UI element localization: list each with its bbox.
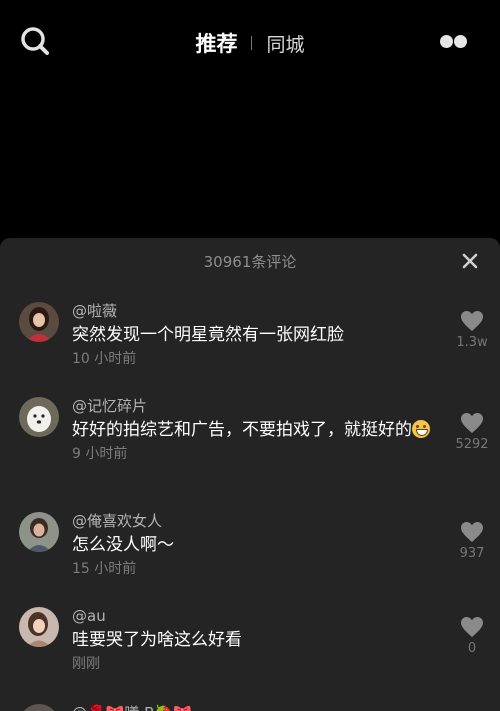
comment-time: 10 小时前 xyxy=(72,351,137,367)
comment-body: @啦薇 突然发现一个明星竟然有一张网红脸 10 小时前 xyxy=(72,301,442,369)
comment-username[interactable]: @俺喜欢女人 xyxy=(72,511,442,531)
like-count: 1.3w xyxy=(456,335,488,350)
comment-username[interactable]: @啦薇 xyxy=(72,301,442,321)
comment-text: 突然发现一个明星竟然有一张网红脸 xyxy=(72,325,344,345)
comment-text-content: 好好的拍综艺和广告，不要拍戏了，就挺好的 xyxy=(72,420,412,440)
more-button[interactable] xyxy=(440,34,468,50)
avatar[interactable] xyxy=(19,512,59,552)
avatar[interactable] xyxy=(19,397,59,437)
comment-body: @俺喜欢女人 怎么没人啊～ 15 小时前 xyxy=(72,511,442,579)
comment-panel: 30961条评论 @啦薇 突然发现一个明星竟然有一张网红脸 10 小时前 1.3… xyxy=(0,238,500,711)
grinning-emoji-icon xyxy=(412,420,430,438)
comment-list[interactable]: @啦薇 突然发现一个明星竟然有一张网红脸 10 小时前 1.3w @记忆碎片 好… xyxy=(0,284,500,711)
heart-icon xyxy=(461,311,483,331)
feed-tabs: 推荐 同城 xyxy=(0,28,500,58)
top-bar: 推荐 同城 xyxy=(0,0,500,84)
like-button[interactable]: 5292 xyxy=(452,412,492,452)
like-count: 5292 xyxy=(455,437,489,452)
avatar[interactable] xyxy=(19,302,59,342)
comment-count: 30961条评论 xyxy=(203,252,297,271)
heart-icon xyxy=(461,522,483,542)
tab-city[interactable]: 同城 xyxy=(266,30,304,57)
comment-item: @啦薇 突然发现一个明星竟然有一张网红脸 10 小时前 1.3w xyxy=(0,284,500,391)
comment-item: @俺喜欢女人 怎么没人啊～ 15 小时前 937 xyxy=(0,506,500,606)
comment-text: 哇要哭了为啥这么好看 xyxy=(72,630,242,650)
comment-item: @🌹🎀曦·B🍓🎀 xyxy=(0,696,500,711)
like-button[interactable]: 0 xyxy=(452,616,492,656)
heart-icon xyxy=(461,413,483,433)
like-count: 0 xyxy=(467,641,477,656)
like-count: 937 xyxy=(459,546,485,561)
close-icon xyxy=(462,253,478,269)
comment-time: 9 小时前 xyxy=(72,446,128,462)
comment-body: @au 哇要哭了为啥这么好看 刚刚 xyxy=(72,606,442,674)
comment-text: 怎么没人啊～ xyxy=(72,535,174,555)
avatar[interactable] xyxy=(19,607,59,647)
tab-recommend[interactable]: 推荐 xyxy=(195,28,237,58)
comment-username[interactable]: @记忆碎片 xyxy=(72,396,442,416)
comment-time: 15 小时前 xyxy=(72,561,137,577)
comment-username[interactable]: @🌹🎀曦·B🍓🎀 xyxy=(72,703,442,711)
comment-panel-header: 30961条评论 xyxy=(0,238,500,284)
comment-body: @记忆碎片 好好的拍综艺和广告，不要拍戏了，就挺好的 9 小时前 xyxy=(72,396,442,464)
comment-time: 刚刚 xyxy=(72,656,100,672)
comment-username[interactable]: @au xyxy=(72,606,442,626)
comment-text: 好好的拍综艺和广告，不要拍戏了，就挺好的 xyxy=(72,419,442,441)
comment-item: @au 哇要哭了为啥这么好看 刚刚 0 xyxy=(0,606,500,696)
tab-divider xyxy=(251,36,253,50)
heart-icon xyxy=(461,617,483,637)
close-button[interactable] xyxy=(460,251,480,271)
comment-item: @记忆碎片 好好的拍综艺和广告，不要拍戏了，就挺好的 9 小时前 5292 xyxy=(0,391,500,506)
like-button[interactable]: 937 xyxy=(452,521,492,561)
avatar[interactable] xyxy=(19,704,59,711)
like-button[interactable]: 1.3w xyxy=(452,310,492,350)
comment-body: @🌹🎀曦·B🍓🎀 xyxy=(72,703,442,711)
